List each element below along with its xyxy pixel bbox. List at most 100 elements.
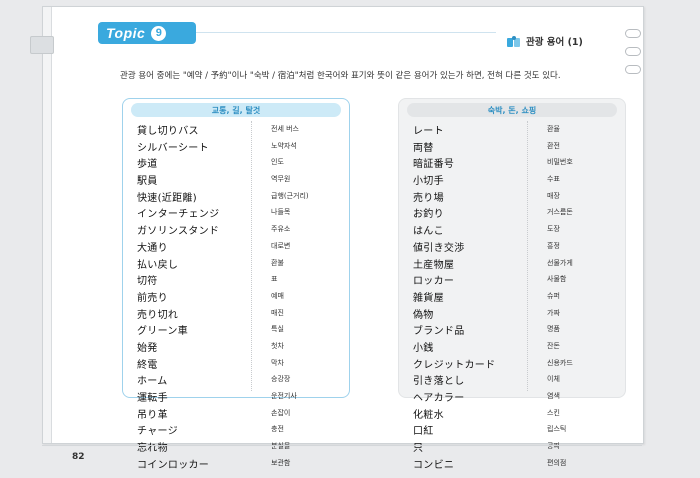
korean-meaning: 립스틱 <box>547 425 567 434</box>
korean-meaning: 공짜 <box>547 442 560 451</box>
vocab-list: 貸し切りバス 전세 버스 シルバーシート 노약자석 歩道 인도 駅員 역무원 快速(近距離) 급행… <box>131 120 341 471</box>
japanese-term: 小切手 <box>413 176 444 188</box>
korean-meaning: 사물함 <box>547 275 567 284</box>
japanese-term: 化粧水 <box>413 409 444 421</box>
japanese-term: 暗証番号 <box>413 159 455 171</box>
japanese-term: 吊り革 <box>137 409 168 421</box>
korean-meaning: 승강장 <box>271 375 291 384</box>
korean-meaning: 역무원 <box>271 175 291 184</box>
shopping-vocab-panel: 숙박, 돈, 쇼핑 レート 환율 両替 환전 暗証番号 비밀번호 小切手 수표 売り場 매장 お釣り… <box>398 98 626 471</box>
vocab-row: グリーン車 특실 <box>131 320 341 337</box>
vocab-row: 売り切れ 매진 <box>131 304 341 321</box>
korean-meaning: 분실물 <box>271 442 291 451</box>
korean-meaning: 운전기사 <box>271 392 297 400</box>
japanese-term: 両替 <box>413 142 434 154</box>
japanese-term: ヘアカラー <box>413 393 465 404</box>
vocab-row: 終電 막차 <box>131 354 341 371</box>
vocab-row: シルバーシート 노약자석 <box>131 137 341 154</box>
japanese-term: お釣り <box>413 209 444 221</box>
japanese-term: 駅員 <box>137 176 158 188</box>
vocab-row: 快速(近距離) 급행(근거리) <box>131 187 341 204</box>
japanese-term: 土産物屋 <box>413 259 455 271</box>
korean-meaning: 예매 <box>271 291 284 300</box>
vocab-row: ロッカー 사물함 <box>407 270 617 287</box>
japanese-term: 只 <box>413 443 424 455</box>
japanese-term: グリーン車 <box>137 326 188 338</box>
korean-meaning: 전세 버스 <box>271 125 299 133</box>
page-number: 82 <box>72 452 85 462</box>
vocab-row: 切符 표 <box>131 270 341 287</box>
japanese-term: 前売り <box>137 292 168 304</box>
korean-meaning: 염색 <box>547 392 560 400</box>
korean-meaning: 거스름돈 <box>547 208 573 217</box>
vocab-row: 吊り革 손잡이 <box>131 404 341 421</box>
vocab-row: インターチェンジ 나들목 <box>131 203 341 220</box>
panel-heading: 교통, 길, 탈것 <box>131 103 341 117</box>
japanese-term: チャージ <box>137 426 178 438</box>
japanese-term: ブランド品 <box>413 326 465 338</box>
japanese-term: 歩道 <box>137 159 158 171</box>
japanese-term: 切符 <box>137 276 158 288</box>
binder-ring-icon <box>625 29 641 38</box>
vocab-row: ブランド品 명품 <box>407 320 617 337</box>
japanese-term: 忘れ物 <box>137 443 168 455</box>
korean-meaning: 첫차 <box>271 341 284 350</box>
transport-vocab-panel: 교통, 길, 탈것 貸し切りバス 전세 버스 シルバーシート 노약자석 歩道 인도 駅員 역무… <box>122 98 350 471</box>
korean-meaning: 충전 <box>271 425 284 434</box>
korean-meaning: 환전 <box>547 141 560 150</box>
korean-meaning: 환율 <box>547 125 560 133</box>
vocab-row: 雑貨屋 슈퍼 <box>407 287 617 304</box>
korean-meaning: 인도 <box>271 158 284 167</box>
vocab-row: コインロッカー 보관함 <box>131 454 341 471</box>
korean-meaning: 도장 <box>547 225 560 234</box>
japanese-term: 引き落とし <box>413 376 465 388</box>
panel-heading: 숙박, 돈, 쇼핑 <box>407 103 617 117</box>
topic-divider <box>196 32 496 33</box>
section-title: 관광 용어 (1) <box>526 37 583 48</box>
japanese-term: 雑貨屋 <box>413 292 444 304</box>
binder-ring-icon <box>625 47 641 56</box>
vocab-row: クレジットカード 신용카드 <box>407 354 617 371</box>
vocab-row: 歩道 인도 <box>131 153 341 170</box>
japanese-term: ホーム <box>137 376 168 388</box>
vocab-row: 駅員 역무원 <box>131 170 341 187</box>
vocab-row: 運転手 운전기사 <box>131 387 341 404</box>
vocab-row: コンビニ 편의점 <box>407 454 617 471</box>
korean-meaning: 매진 <box>271 308 284 317</box>
japanese-term: 運転手 <box>137 393 168 404</box>
korean-meaning: 스킨 <box>547 408 560 417</box>
japanese-term: 小銭 <box>413 342 434 354</box>
korean-meaning: 노약자석 <box>271 141 297 150</box>
japanese-term: 終電 <box>137 359 158 371</box>
japanese-term: レート <box>413 126 444 137</box>
vocab-row: 偽物 가짜 <box>407 304 617 321</box>
korean-meaning: 급행(근거리) <box>271 191 309 200</box>
japanese-term: 口紅 <box>413 426 434 438</box>
vocab-row: レート 환율 <box>407 120 617 137</box>
japanese-term: 払い戻し <box>137 259 179 271</box>
vocab-list: レート 환율 両替 환전 暗証番号 비밀번호 小切手 수표 売り場 매장 お釣り 거스름돈 はんこ 도장 値… <box>407 120 617 471</box>
vocab-row: チャージ 충전 <box>131 420 341 437</box>
japanese-term: ガソリンスタンド <box>137 226 220 238</box>
korean-meaning: 명품 <box>547 325 560 334</box>
japanese-term: 快速(近距離) <box>137 192 197 204</box>
korean-meaning: 환불 <box>271 258 284 267</box>
korean-meaning: 편의점 <box>547 458 567 467</box>
korean-meaning: 주유소 <box>271 225 291 234</box>
vocab-row: 前売り 예매 <box>131 287 341 304</box>
japanese-term: 始発 <box>137 342 158 354</box>
japanese-term: はんこ <box>413 226 444 238</box>
vocab-row: 小切手 수표 <box>407 170 617 187</box>
vocab-row: はんこ 도장 <box>407 220 617 237</box>
korean-meaning: 매장 <box>547 191 560 200</box>
vocab-row: 両替 환전 <box>407 137 617 154</box>
korean-meaning: 막차 <box>271 358 284 367</box>
japanese-term: ロッカー <box>413 276 455 288</box>
topic-badge: Topic 9 <box>98 22 196 44</box>
vocab-row: 払い戻し 환불 <box>131 254 341 271</box>
japanese-term: シルバーシート <box>137 142 209 154</box>
vocab-row: ガソリンスタンド 주유소 <box>131 220 341 237</box>
korean-meaning: 이체 <box>547 375 560 384</box>
korean-meaning: 대로변 <box>271 241 291 250</box>
topic-number: 9 <box>151 25 167 41</box>
